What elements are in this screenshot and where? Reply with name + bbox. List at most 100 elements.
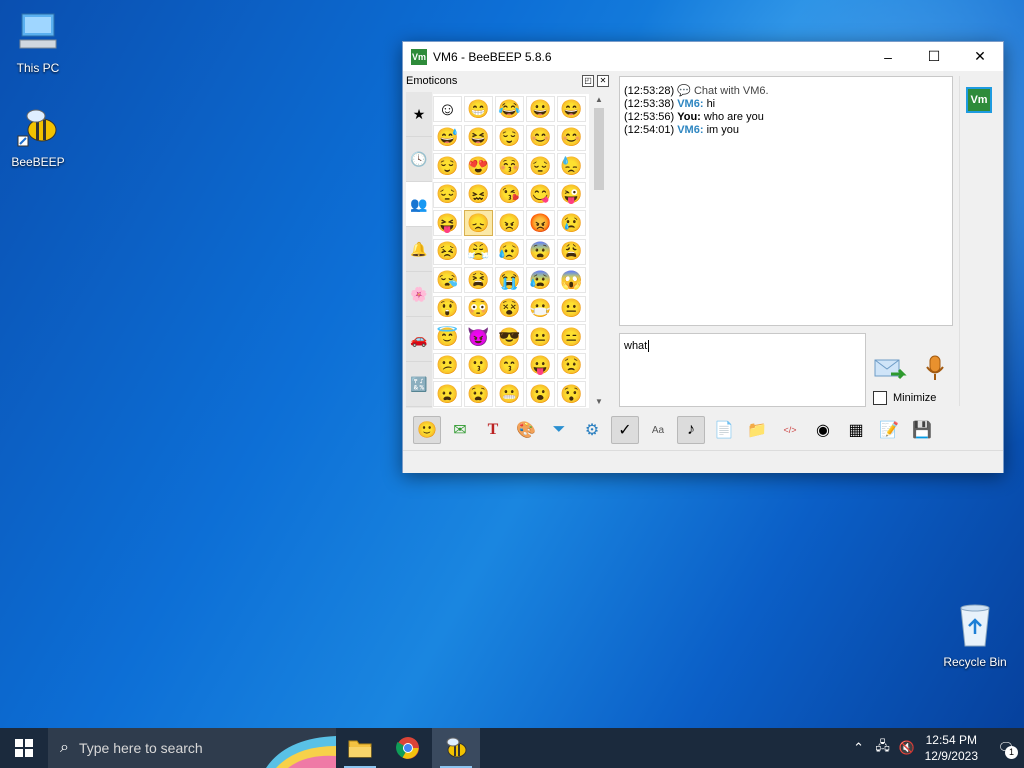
close-panel-button[interactable]: ✕	[597, 75, 609, 87]
taskbar-beebeep[interactable]	[432, 728, 480, 768]
file-transfer-button[interactable]: 📄	[710, 416, 738, 444]
bell-icon[interactable]: 🔔	[406, 227, 432, 272]
notes-button[interactable]: 📝	[875, 416, 903, 444]
desktop-icon-recycle-bin[interactable]: Recycle Bin	[937, 602, 1013, 669]
email-button[interactable]: ✉	[446, 416, 474, 444]
emoticon-scrollbar[interactable]: ▲ ▼	[592, 94, 606, 408]
minimize-button[interactable]: –	[865, 42, 911, 71]
text-size-button[interactable]: Aa	[644, 416, 672, 444]
emoticon-cell[interactable]: 😯	[557, 381, 586, 407]
emoticon-cell[interactable]: 😷	[526, 295, 555, 322]
emoticon-cell[interactable]: 😞	[464, 210, 493, 236]
star-icon[interactable]: ★	[406, 92, 432, 137]
desktop-icon-this-pc[interactable]: This PC	[0, 10, 76, 75]
minimize-checkbox[interactable]	[873, 391, 887, 405]
taskbar-file-explorer[interactable]	[336, 728, 384, 768]
chevron-up-icon[interactable]: ⌃	[847, 740, 871, 756]
emoticon-cell[interactable]: 😍	[464, 153, 493, 179]
emoticon-cell[interactable]: 😌	[495, 124, 524, 151]
emoticon-cell[interactable]: 😰	[526, 267, 555, 293]
avatar[interactable]: Vm	[966, 87, 992, 113]
emoticon-cell[interactable]: 😄	[557, 96, 586, 122]
code-button[interactable]: </>	[776, 416, 804, 444]
emoticon-cell[interactable]: 😅	[433, 124, 462, 151]
emoticon-cell[interactable]: 😫	[464, 267, 493, 293]
taskbar-chrome[interactable]	[384, 728, 432, 768]
minimize-option[interactable]: Minimize	[873, 391, 936, 405]
emoticon-cell[interactable]: 😔	[526, 153, 555, 179]
emoticon-cell[interactable]: 😓	[557, 153, 586, 179]
camera-button[interactable]: ◉	[809, 416, 837, 444]
emoticon-cell[interactable]: 😇	[433, 324, 462, 350]
screenshot-button[interactable]: ▦	[842, 416, 870, 444]
start-button[interactable]	[0, 728, 48, 768]
scroll-down-icon[interactable]: ▼	[592, 396, 606, 408]
emoticons-button[interactable]: 🙂	[413, 416, 441, 444]
taskbar-clock[interactable]: 12:54 PM 12/9/2023	[925, 732, 978, 764]
filter-button[interactable]: ⏷	[545, 416, 573, 444]
emoticon-cell[interactable]: 😋	[526, 181, 555, 208]
emoticon-cell[interactable]: 😀	[526, 96, 555, 122]
emoticon-cell[interactable]: 😳	[464, 295, 493, 322]
taskbar-search[interactable]: ⌕ Type here to search	[48, 728, 336, 768]
scroll-thumb[interactable]	[594, 108, 604, 190]
emoticon-cell[interactable]: 😐	[557, 295, 586, 322]
emoticon-cell[interactable]: 😗	[464, 352, 493, 379]
emoticon-cell[interactable]: 😦	[433, 381, 462, 407]
emoticon-cell[interactable]: 😧	[464, 381, 493, 407]
emoticon-cell[interactable]: 😮	[526, 381, 555, 407]
emoticon-cell[interactable]: 😚	[495, 153, 524, 179]
folder-send-button[interactable]: 📁	[743, 416, 771, 444]
emoticon-cell[interactable]: 😬	[495, 381, 524, 407]
emoticon-cell[interactable]: 😂	[495, 96, 524, 122]
emoticon-cell[interactable]: 😛	[526, 352, 555, 379]
emoticon-cell[interactable]: 😕	[433, 352, 462, 379]
title-bar[interactable]: Vm VM6 - BeeBEEP 5.8.6 – ☐ ✕	[403, 42, 1003, 71]
emoticon-cell[interactable]: 😑	[557, 324, 586, 350]
settings-button[interactable]: ⚙	[578, 416, 606, 444]
music-note-button[interactable]: ♪	[677, 416, 705, 444]
emoticon-cell[interactable]: 😠	[495, 210, 524, 236]
voice-message-button[interactable]	[921, 354, 949, 384]
emoticon-cell[interactable]: 😱	[557, 267, 586, 293]
emoticon-cell[interactable]: 😊	[526, 124, 555, 151]
emoticon-cell[interactable]: 😈	[464, 324, 493, 350]
emoticon-cell[interactable]: 😐	[526, 324, 555, 350]
emoticon-cell[interactable]: 😩	[557, 238, 586, 265]
float-panel-button[interactable]: ◰	[582, 75, 594, 87]
color-palette-button[interactable]: 🎨	[512, 416, 540, 444]
notifications-button[interactable]: 🗨 1	[988, 740, 1024, 759]
emoticon-cell[interactable]: 😔	[433, 181, 462, 208]
network-icon[interactable]: 🖧	[871, 737, 895, 759]
scroll-up-icon[interactable]: ▲	[592, 94, 606, 106]
emoticon-cell[interactable]: 😲	[433, 295, 462, 322]
emoticon-cell[interactable]: 😵	[495, 295, 524, 322]
emoticon-cell[interactable]: 😤	[464, 238, 493, 265]
emoticon-cell[interactable]: 😟	[557, 352, 586, 379]
maximize-button[interactable]: ☐	[911, 42, 957, 71]
clock-icon[interactable]: 🕓	[406, 137, 432, 182]
message-input[interactable]: what	[619, 333, 866, 407]
font-button[interactable]: T	[479, 416, 507, 444]
emoticon-cell[interactable]: 😣	[433, 238, 462, 265]
volume-muted-icon[interactable]: 🔇	[895, 740, 919, 756]
emoticon-cell[interactable]: 😘	[495, 181, 524, 208]
emoticon-cell[interactable]: 😊	[557, 124, 586, 151]
emoticon-cell[interactable]: 😌	[433, 153, 462, 179]
emoticon-cell[interactable]: 😖	[464, 181, 493, 208]
save-button[interactable]: 💾	[908, 416, 936, 444]
car-icon[interactable]: 🚗	[406, 317, 432, 362]
emoticon-cell[interactable]: 😝	[433, 210, 462, 236]
desktop-icon-beebeep[interactable]: BeeBEEP	[0, 108, 76, 169]
symbols-icon[interactable]: 🔣	[406, 362, 432, 407]
emoticon-cell[interactable]: ☺	[433, 96, 462, 122]
spellcheck-button[interactable]: ✓	[611, 416, 639, 444]
emoticon-cell[interactable]: 😡	[526, 210, 555, 236]
emoticon-cell[interactable]: 😁	[464, 96, 493, 122]
send-button[interactable]	[873, 354, 907, 384]
close-button[interactable]: ✕	[957, 42, 1003, 71]
emoticon-cell[interactable]: 😆	[464, 124, 493, 151]
emoticon-cell[interactable]: 😪	[433, 267, 462, 293]
emoticon-cell[interactable]: 😙	[495, 352, 524, 379]
emoticon-cell[interactable]: 😜	[557, 181, 586, 208]
